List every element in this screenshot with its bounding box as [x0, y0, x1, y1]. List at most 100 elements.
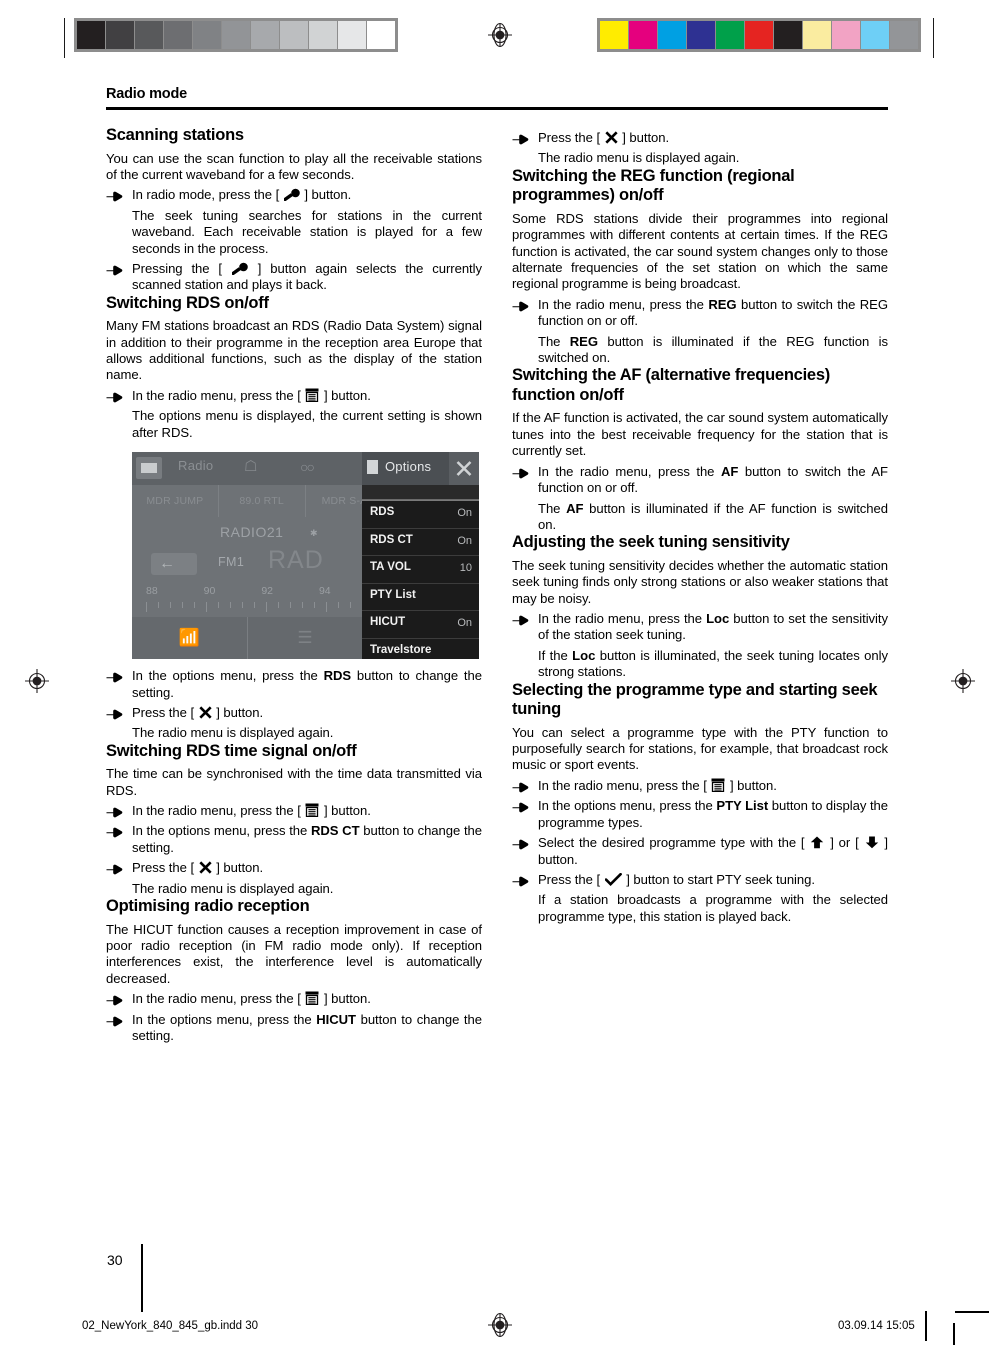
running-title: Radio mode	[106, 86, 187, 102]
step-item: In the radio menu, press the AF button t…	[512, 464, 888, 497]
option-row-travelstore[interactable]: Travelstore	[362, 639, 479, 660]
heading-seek-sensitivity: Adjusting the seek tuning sensitivity	[512, 533, 790, 552]
freq-tick	[182, 602, 183, 609]
preset-button[interactable]: MDR JUMP	[132, 485, 219, 518]
step-text: In the options menu, press the RDS CT bu…	[132, 823, 482, 855]
step-item: In the options menu, press the RDS butto…	[106, 668, 482, 701]
paragraph-af-intro: If the AF function is activated, the car…	[512, 410, 888, 459]
color-calibration-bar	[597, 18, 921, 52]
step-note: The radio menu is displayed again.	[132, 880, 334, 896]
freq-tick-label: 90	[203, 585, 216, 598]
color-patch	[803, 21, 832, 49]
options-title: Options	[385, 459, 432, 475]
pointing-hand-icon	[106, 803, 132, 818]
arrow-up-icon	[810, 836, 824, 849]
step-item: In the radio menu, press the [ ] button.	[106, 803, 482, 819]
step-text: In the radio menu, press the [ ] button.	[132, 387, 371, 403]
paragraph-rds-time-intro: The time can be synchronised with the ti…	[106, 766, 482, 798]
pointing-hand-icon	[512, 130, 538, 145]
options-list-icon	[711, 778, 725, 792]
close-x-icon	[199, 706, 212, 719]
freq-tick	[242, 602, 243, 609]
favourite-star-icon: ✱	[310, 528, 318, 539]
home-icon[interactable]: ☖	[244, 459, 257, 474]
color-patch	[745, 21, 774, 49]
pointing-hand-icon	[106, 1012, 132, 1027]
options-list-icon	[305, 388, 319, 402]
gray-patch	[367, 21, 395, 49]
freq-tick	[326, 602, 327, 613]
pointing-hand-icon	[512, 872, 538, 887]
step-text: In the radio menu, press the [ ] button.	[132, 991, 371, 1007]
right-text-column: Press the [ ] button. The radio menu is …	[512, 126, 888, 925]
paragraph-seek-intro: The seek tuning sensitivity decides whet…	[512, 557, 888, 606]
step-text: In radio mode, press the [ ] button.	[132, 187, 352, 203]
step-note: If the Loc button is illuminated, the se…	[538, 647, 888, 680]
step-text: Press the [ ] button.	[538, 130, 670, 145]
crop-mark-vertical-1	[925, 1311, 927, 1341]
color-patch	[890, 21, 918, 49]
cd-icon: ○○	[300, 459, 315, 476]
step-item: In the radio menu, press the [ ] button.	[106, 991, 482, 1007]
option-row-rds[interactable]: RDS On	[362, 500, 479, 529]
page-number: 30	[107, 1252, 123, 1268]
freq-tick	[350, 602, 351, 609]
step-item: Press the [ ] button.	[106, 860, 482, 876]
gray-patch	[251, 21, 280, 49]
step-note: The options menu is displayed, the curre…	[132, 408, 482, 440]
step-note: If a station broadcasts a programme with…	[538, 892, 888, 924]
step-item: Pressing the [ ] button again selects th…	[106, 261, 482, 294]
step-text: Press the [ ] button.	[132, 860, 264, 876]
screenshot-source-tile[interactable]	[136, 457, 162, 480]
step-text: Press the [ ] button.	[132, 704, 264, 720]
option-row-hicut[interactable]: HICUT On	[362, 611, 479, 639]
bold-button-name: REG	[569, 333, 599, 349]
freq-tick	[170, 602, 171, 609]
step-item: In the radio menu, press the [ ] button.	[106, 388, 482, 404]
left-text-column: Scanning stations You can use the scan f…	[106, 126, 482, 1044]
option-row-pty-list[interactable]: PTY List	[362, 584, 479, 612]
step-item: In radio mode, press the [ ] button.	[106, 187, 482, 203]
bold-button-name: AF	[566, 500, 584, 516]
pointing-hand-icon	[512, 464, 538, 479]
step-note: The radio menu is displayed again.	[538, 150, 740, 166]
freq-tick	[146, 602, 147, 613]
options-header: Options	[362, 452, 479, 486]
list-icon-cell[interactable]: ☰	[248, 617, 364, 660]
pointing-hand-icon	[512, 778, 538, 793]
options-scroll-band	[362, 485, 479, 501]
close-button[interactable]	[449, 452, 479, 486]
color-patch	[716, 21, 745, 49]
gray-patch	[338, 21, 367, 49]
freq-tick-label: 94	[318, 585, 331, 598]
heading-optimising-reception: Optimising radio reception	[106, 897, 310, 916]
option-label: TA VOL	[370, 561, 411, 574]
option-label: RDS CT	[370, 533, 413, 546]
heading-reg-function: Switching the REG function (regional pro…	[512, 166, 795, 205]
heading-programme-type: Selecting the programme type and startin…	[512, 680, 878, 719]
registration-mark-bottom-icon	[487, 1312, 513, 1338]
gray-patch	[135, 21, 164, 49]
registration-mark-right-icon	[950, 668, 976, 694]
step-note: The seek tuning searches for stations in…	[132, 207, 482, 256]
option-row-rds-ct[interactable]: RDS CT On	[362, 529, 479, 557]
freq-tick	[314, 602, 315, 609]
preset-button[interactable]: 89.0 RTL	[219, 485, 306, 518]
signal-icon-cell[interactable]: 📶	[132, 617, 248, 660]
options-list-icon	[305, 803, 319, 818]
option-row-ta-vol[interactable]: TA VOL 10	[362, 556, 479, 584]
back-button[interactable]: ←	[151, 553, 197, 576]
registration-mark-left-icon	[24, 668, 50, 694]
gray-patch	[280, 21, 309, 49]
options-list-icon	[367, 460, 378, 475]
pointing-hand-icon	[106, 823, 132, 838]
pointing-hand-icon	[512, 611, 538, 626]
option-label: RDS	[370, 506, 395, 519]
step-item: Press the [ ] button.	[512, 130, 888, 146]
gray-patch	[222, 21, 251, 49]
bold-button-name: REG	[708, 296, 737, 312]
crop-mark-vertical-2	[953, 1323, 955, 1345]
bold-button-name: RDS CT	[310, 823, 360, 839]
freq-tick-label: 88	[146, 585, 158, 598]
screenshot-big-station-name: RAD	[268, 546, 324, 575]
